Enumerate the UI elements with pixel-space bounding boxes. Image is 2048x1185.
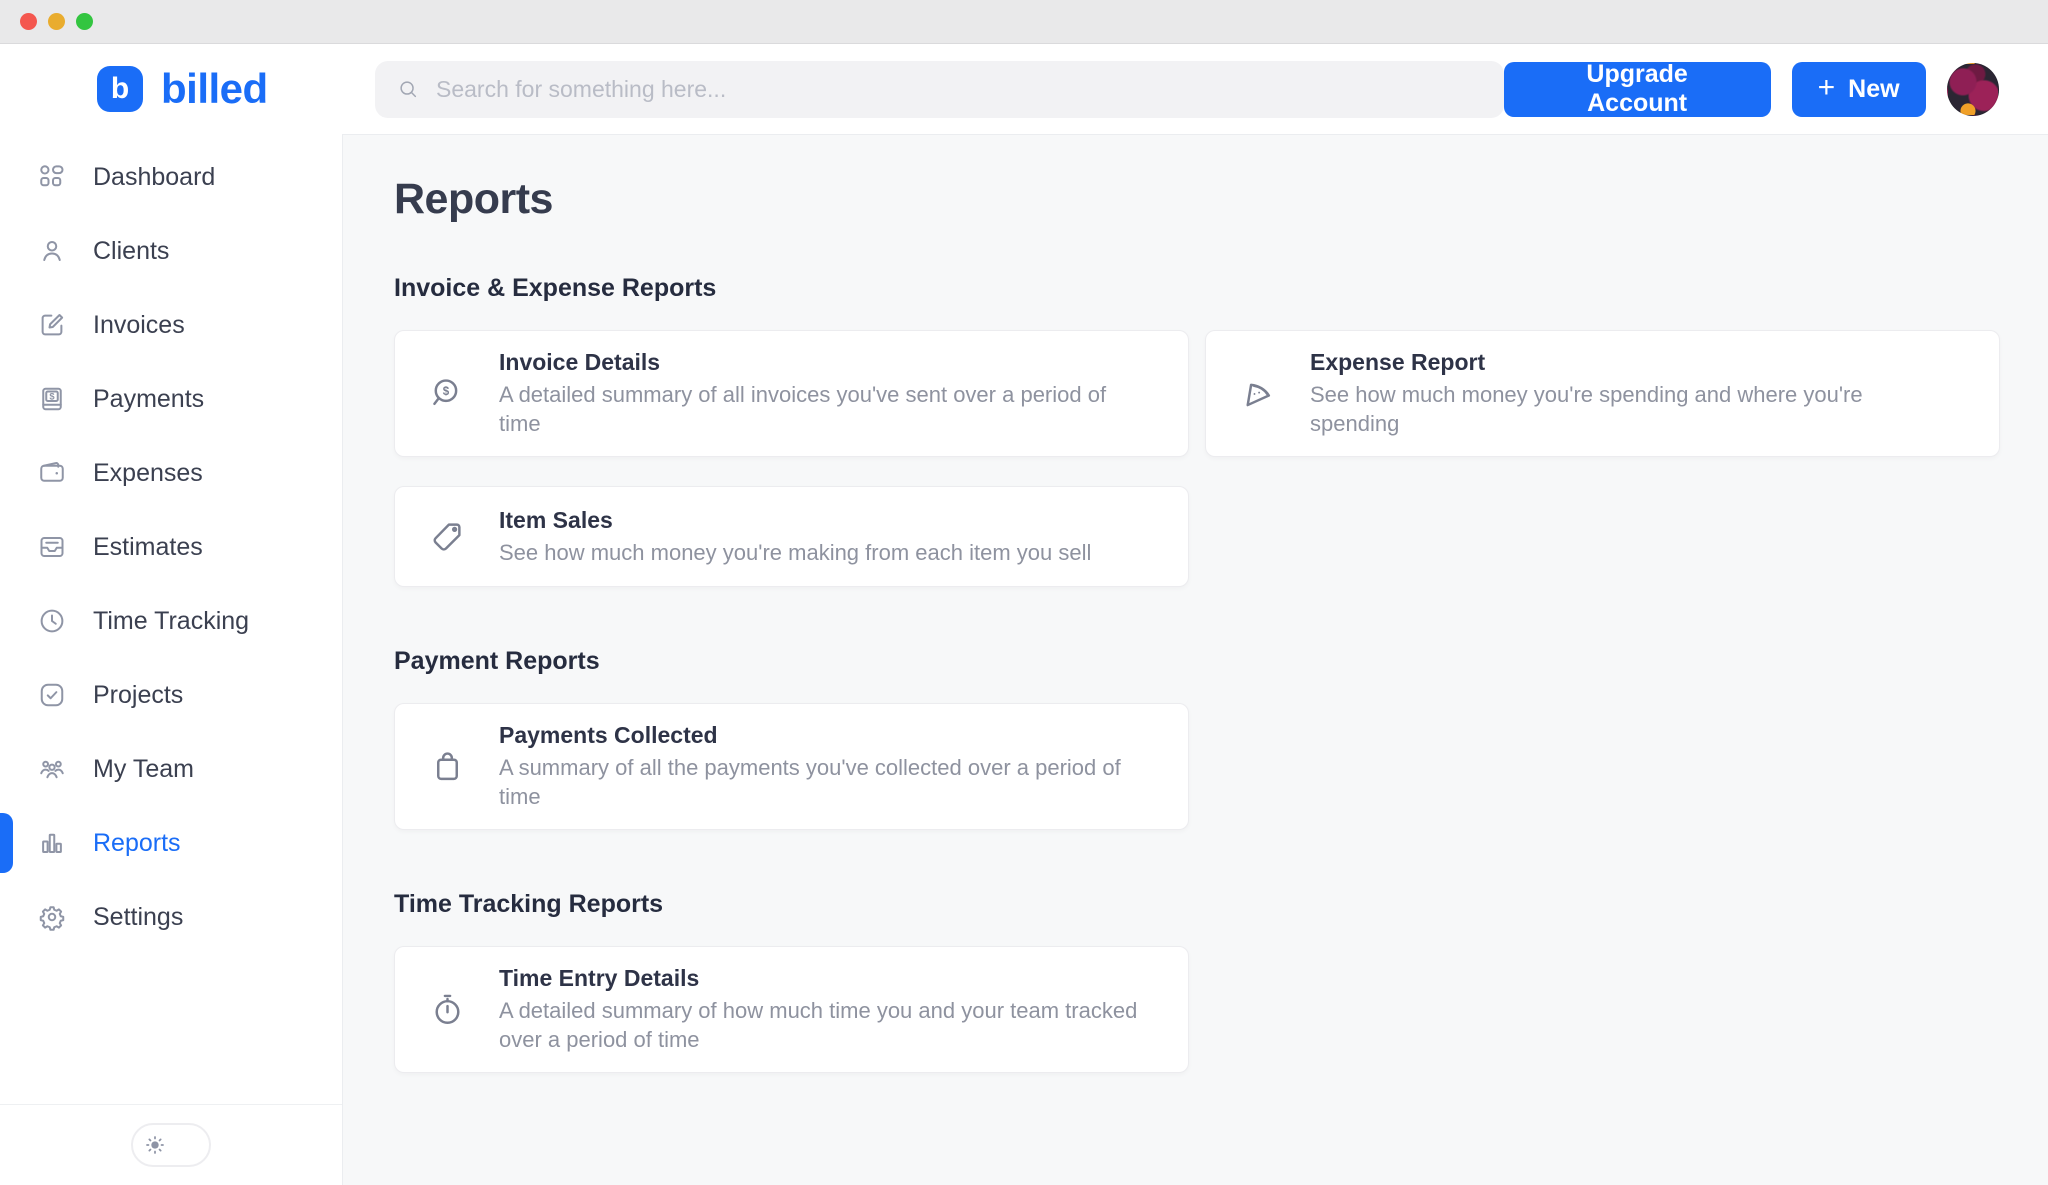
minimize-window-button[interactable] (48, 13, 65, 30)
svg-text:$: $ (442, 386, 449, 398)
card-text: Item Sales See how much money you're maki… (499, 507, 1091, 567)
stopwatch-icon (425, 991, 469, 1028)
sidebar-item-label: Expenses (93, 459, 203, 488)
report-section-invoice-expense-reports: Invoice & Expense Reports $ Invoice Detail… (394, 274, 2000, 587)
sidebar-item-settings[interactable]: Settings (0, 880, 342, 954)
sidebar-item-label: My Team (93, 755, 194, 784)
card-description: See how much money you're making from ea… (499, 538, 1091, 567)
active-indicator (0, 813, 13, 873)
svg-text:$: $ (49, 391, 55, 401)
sidebar-item-invoices[interactable]: Invoices (0, 288, 342, 362)
sidebar-item-dashboard[interactable]: Dashboard (0, 140, 342, 214)
time-tracking-icon (37, 606, 67, 636)
app-body: Dashboard Clients Invoices $ Payments Expense… (0, 134, 2048, 1185)
settings-icon (37, 902, 67, 932)
report-section-time-tracking-reports: Time Tracking Reports Time Entry Details A… (394, 890, 2000, 1073)
header-actions: Upgrade Account + New (1504, 62, 1999, 117)
sidebar-item-clients[interactable]: Clients (0, 214, 342, 288)
sidebar-item-expenses[interactable]: Expenses (0, 436, 342, 510)
estimates-icon (37, 532, 67, 562)
sidebar-nav: Dashboard Clients Invoices $ Payments Expense… (0, 134, 342, 954)
sidebar-item-estimates[interactable]: Estimates (0, 510, 342, 584)
sidebar-item-label: Dashboard (93, 163, 215, 192)
pizza-slice-icon (1236, 375, 1280, 412)
page-title: Reports (394, 171, 2000, 227)
close-window-button[interactable] (20, 13, 37, 30)
card-text: Invoice Details A detailed summary of all… (499, 349, 1144, 438)
section-heading: Time Tracking Reports (394, 890, 2000, 919)
sidebar: Dashboard Clients Invoices $ Payments Expense… (0, 134, 343, 1185)
plus-icon: + (1818, 73, 1836, 103)
sidebar-item-projects[interactable]: Projects (0, 658, 342, 732)
payments-icon: $ (37, 384, 67, 414)
avatar[interactable] (1947, 63, 1999, 116)
sidebar-item-time-tracking[interactable]: Time Tracking (0, 584, 342, 658)
brand-name: billed (161, 65, 268, 113)
card-grid: $ Invoice Details A detailed summary of al… (394, 330, 2000, 587)
card-description: A summary of all the payments you've col… (499, 753, 1144, 811)
report-card-time-entry-details[interactable]: Time Entry Details A detailed summary of … (394, 946, 1189, 1073)
new-button-label: New (1848, 75, 1899, 104)
projects-icon (37, 680, 67, 710)
card-description: See how much money you're spending and w… (1310, 380, 1955, 438)
section-heading: Invoice & Expense Reports (394, 274, 2000, 303)
sidebar-item-label: Settings (93, 903, 183, 932)
search-bar[interactable] (375, 61, 1504, 118)
report-card-payments-collected[interactable]: Payments Collected A summary of all the p… (394, 703, 1189, 830)
new-button[interactable]: + New (1792, 62, 1926, 117)
report-card-item-sales[interactable]: Item Sales See how much money you're maki… (394, 486, 1189, 587)
zoom-window-button[interactable] (76, 13, 93, 30)
sidebar-item-payments[interactable]: $ Payments (0, 362, 342, 436)
search-input[interactable] (434, 75, 1482, 104)
sun-icon (142, 1132, 168, 1158)
card-title: Time Entry Details (499, 965, 1144, 992)
dashboard-grid-icon (37, 162, 67, 192)
report-section-payment-reports: Payment Reports Payments Collected A summa… (394, 647, 2000, 830)
card-text: Payments Collected A summary of all the p… (499, 722, 1144, 811)
sidebar-item-label: Invoices (93, 311, 185, 340)
brand-monogram: b (111, 72, 129, 106)
card-title: Expense Report (1310, 349, 1955, 376)
brand-mark-icon: b (97, 66, 143, 112)
card-title: Item Sales (499, 507, 1091, 534)
upgrade-account-label: Upgrade Account (1535, 60, 1740, 118)
report-sections: Invoice & Expense Reports $ Invoice Detail… (394, 274, 2000, 1073)
sidebar-item-label: Clients (93, 237, 169, 266)
expenses-icon (37, 458, 67, 488)
sidebar-item-label: Estimates (93, 533, 203, 562)
report-card-invoice-details[interactable]: $ Invoice Details A detailed summary of al… (394, 330, 1189, 457)
card-description: A detailed summary of all invoices you'v… (499, 380, 1144, 438)
search-dollar-icon: $ (425, 375, 469, 412)
card-text: Expense Report See how much money you're … (1310, 349, 1955, 438)
card-text: Time Entry Details A detailed summary of … (499, 965, 1144, 1054)
shopping-bag-icon (425, 748, 469, 785)
sidebar-item-my-team[interactable]: My Team (0, 732, 342, 806)
price-tag-icon (425, 518, 469, 555)
card-grid: Time Entry Details A detailed summary of … (394, 946, 2000, 1073)
report-card-expense-report[interactable]: Expense Report See how much money you're … (1205, 330, 2000, 457)
theme-toggle[interactable] (131, 1123, 211, 1167)
sidebar-item-reports[interactable]: Reports (0, 806, 342, 880)
card-title: Payments Collected (499, 722, 1144, 749)
card-title: Invoice Details (499, 349, 1144, 376)
app-header: b billed Upgrade Account + New (0, 44, 2048, 134)
clients-icon (37, 236, 67, 266)
sidebar-item-label: Reports (93, 829, 181, 858)
card-description: A detailed summary of how much time you … (499, 996, 1144, 1054)
app-window: b billed Upgrade Account + New Dashboard… (0, 0, 2048, 1185)
my-team-icon (37, 754, 67, 784)
sidebar-item-label: Projects (93, 681, 183, 710)
invoices-icon (37, 310, 67, 340)
sidebar-item-label: Payments (93, 385, 204, 414)
card-grid: Payments Collected A summary of all the p… (394, 703, 2000, 830)
brand-logo[interactable]: b billed (0, 65, 342, 113)
reports-icon (37, 828, 67, 858)
sidebar-item-label: Time Tracking (93, 607, 249, 636)
upgrade-account-button[interactable]: Upgrade Account (1504, 62, 1771, 117)
section-heading: Payment Reports (394, 647, 2000, 676)
search-icon (397, 78, 419, 100)
titlebar (0, 0, 2048, 44)
sidebar-footer (0, 1104, 342, 1185)
main-content: Reports Invoice & Expense Reports$Invoic… (343, 134, 2048, 1185)
